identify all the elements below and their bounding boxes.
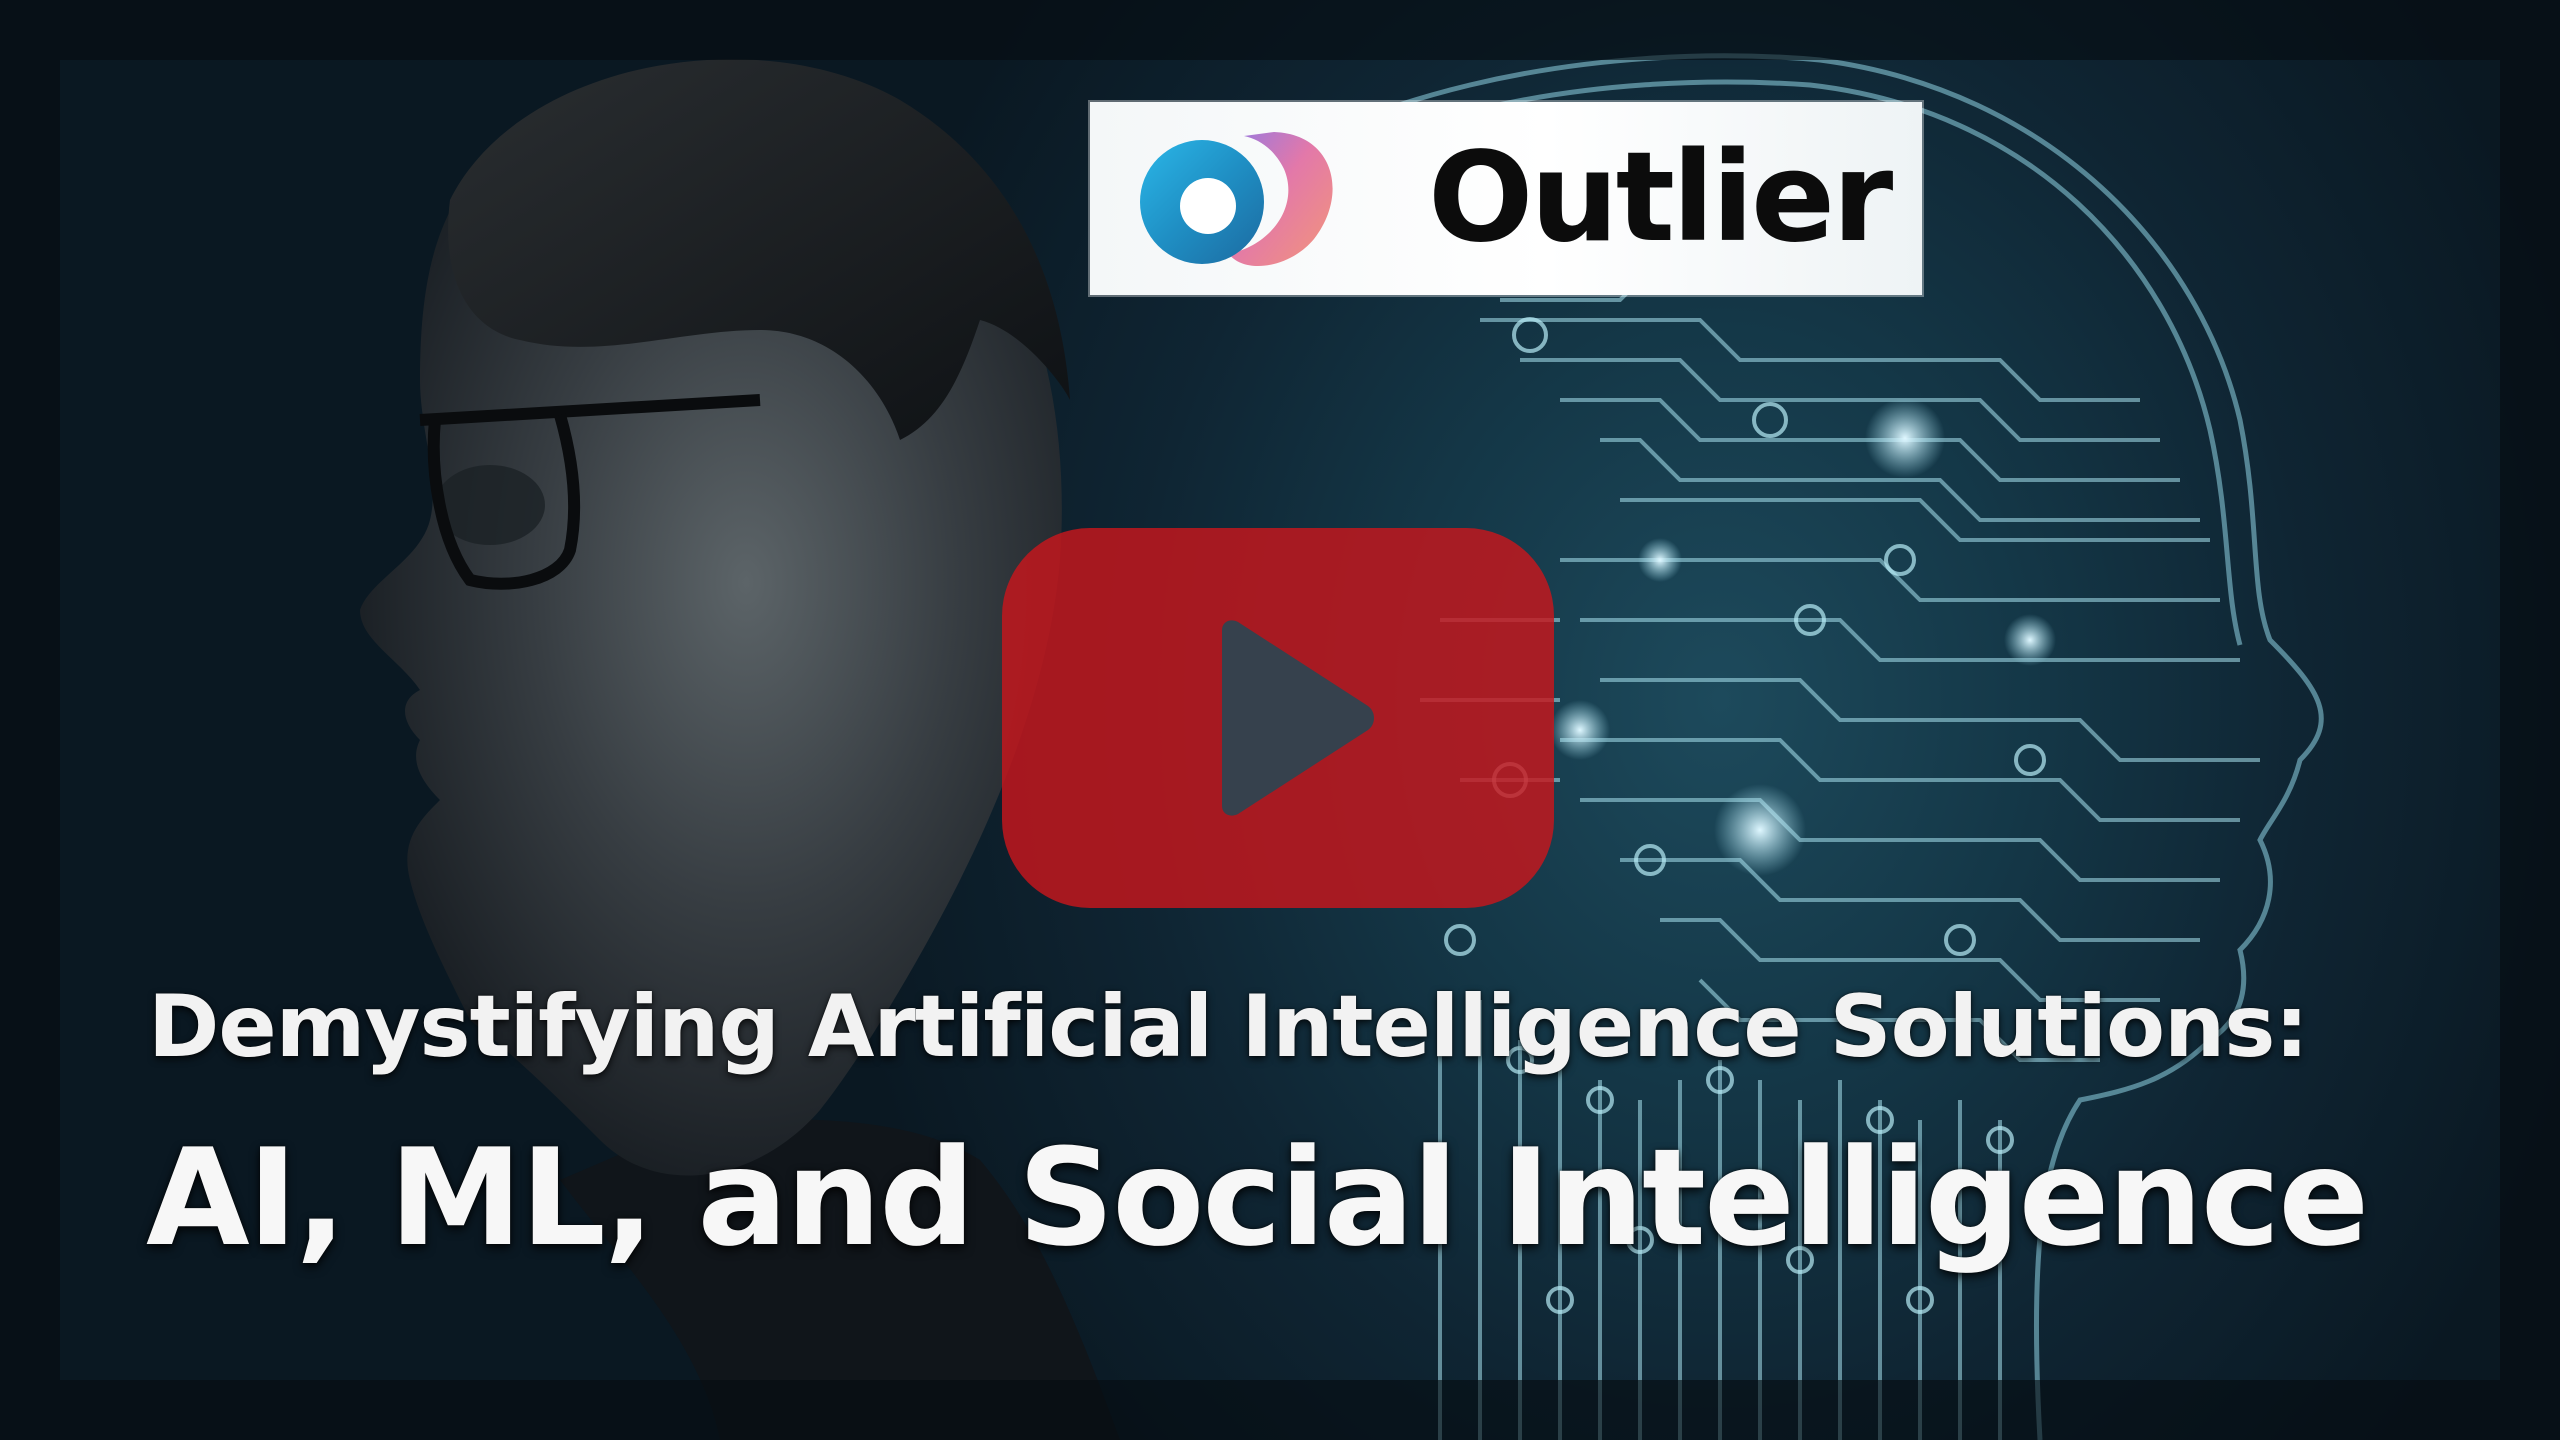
play-icon bbox=[1222, 620, 1374, 816]
brand-logo-banner: Outlier bbox=[1090, 102, 1922, 295]
outlier-logo-icon bbox=[1140, 132, 1333, 266]
glow-sparks bbox=[1550, 398, 2056, 876]
play-button[interactable] bbox=[1002, 528, 1554, 908]
video-thumbnail[interactable]: Outlier Demystifying Artificial Intellig… bbox=[0, 0, 2560, 1440]
video-title-line-1: Demystifying Artificial Intelligence Sol… bbox=[148, 977, 2309, 1077]
brand-name: Outlier bbox=[1428, 126, 1893, 270]
video-title-line-2: AI, ML, and Social Intelligence bbox=[146, 1120, 2369, 1276]
